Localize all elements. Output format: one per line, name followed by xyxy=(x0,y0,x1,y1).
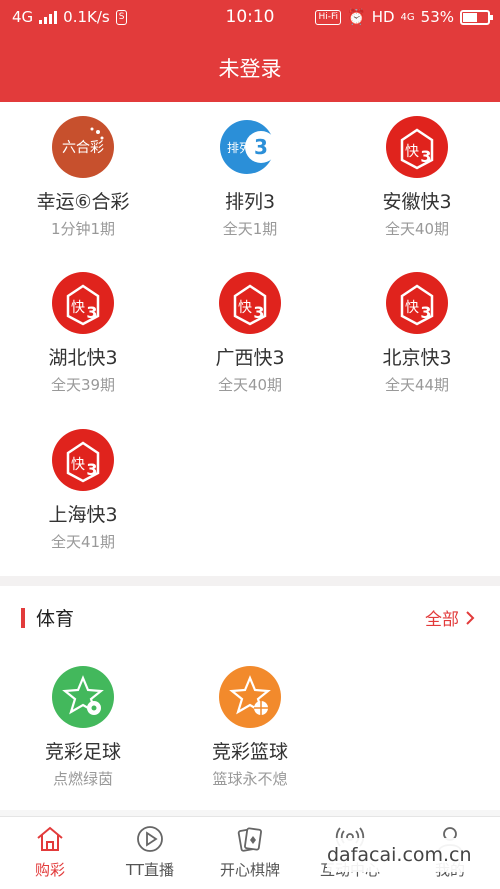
lottery-schedule: 全天1期 xyxy=(222,220,278,238)
lottery-name: 湖北快3 xyxy=(48,347,118,369)
lottery-name: 排列3 xyxy=(224,191,276,213)
page-title[interactable]: 未登录 xyxy=(219,57,282,81)
pailie3-icon: 3 排列 xyxy=(219,116,281,178)
lottery-name: 安徽快3 xyxy=(382,191,452,213)
battery-icon xyxy=(460,9,493,25)
lottery-item-pailie3[interactable]: 3 排列 排列3 全天1期 xyxy=(167,116,333,239)
hd-label: HD xyxy=(371,8,395,26)
status-right: Hi-Fi ⏰ HD 4G 53% xyxy=(315,8,493,26)
svg-text:3: 3 xyxy=(86,303,97,322)
lottery-item-beijing-k3[interactable]: 快3 北京快3 全天44期 xyxy=(334,272,500,395)
status-bar: 4G 0.1K/s S 10:10 Hi-Fi ⏰ HD 4G 53% xyxy=(0,0,500,36)
tab-card-games[interactable]: 开心棋牌 xyxy=(200,823,300,880)
lottery-item-guangxi-k3[interactable]: 快3 广西快3 全天40期 xyxy=(167,272,333,395)
lottery-name: 北京快3 xyxy=(382,347,452,369)
sport-tagline: 篮球永不熄 xyxy=(212,770,288,788)
sport-item-basketball[interactable]: 竞彩篮球 篮球永不熄 xyxy=(167,666,333,789)
lottery-item-hubei-k3[interactable]: 快3 湖北快3 全天39期 xyxy=(0,272,166,395)
lottery-schedule: 全天41期 xyxy=(50,533,116,551)
tab-label: TT直播 xyxy=(125,861,175,879)
sports-section-header: 体育 全部 xyxy=(0,586,500,646)
section-accent-bar xyxy=(21,608,25,628)
watermark-text: dafacai.com.cn xyxy=(327,838,472,872)
football-icon xyxy=(52,666,114,728)
kuai3-icon: 快3 xyxy=(52,429,114,491)
lottery-name: 上海快3 xyxy=(48,504,118,526)
svg-text:快: 快 xyxy=(71,457,85,473)
svg-text:3: 3 xyxy=(86,460,97,479)
sport-item-football[interactable]: 竞彩足球 点燃绿茵 xyxy=(0,666,166,789)
lottery-schedule: 1分钟1期 xyxy=(50,220,116,238)
kuai3-icon: 快3 xyxy=(52,272,114,334)
kuai3-icon: 快3 xyxy=(219,272,281,334)
lottery-schedule: 全天40期 xyxy=(217,376,283,394)
basketball-icon xyxy=(219,666,281,728)
hifi-icon: Hi-Fi xyxy=(315,9,341,25)
svg-text:快: 快 xyxy=(405,144,419,160)
tab-tt-live[interactable]: TT直播 xyxy=(100,823,200,880)
tab-buy-lottery[interactable]: 购彩 xyxy=(0,823,100,880)
lottery-name: 广西快3 xyxy=(215,347,285,369)
lottery-item-anhui-k3[interactable]: 快3 安徽快3 全天40期 xyxy=(334,116,500,239)
battery-level xyxy=(463,12,477,22)
liuhecai-logo-text: 六合彩 xyxy=(62,140,104,156)
cards-icon xyxy=(237,827,262,852)
svg-text:3: 3 xyxy=(253,303,264,322)
lottery-schedule: 全天44期 xyxy=(384,376,450,394)
network2-label: 4G xyxy=(400,11,415,23)
svg-text:3: 3 xyxy=(254,135,268,159)
lottery-name: 幸运⑥合彩 xyxy=(36,191,130,213)
show-all-label: 全部 xyxy=(425,610,459,630)
show-all-link[interactable]: 全部 xyxy=(425,605,475,630)
header-bar: 未登录 xyxy=(0,36,500,102)
section-title: 体育 xyxy=(36,608,75,630)
tab-label: 开心棋牌 xyxy=(219,861,280,879)
sport-tagline: 点燃绿茵 xyxy=(52,770,113,788)
svg-text:3: 3 xyxy=(420,147,431,166)
home-icon xyxy=(37,826,63,851)
lottery-schedule: 全天40期 xyxy=(384,220,450,238)
kuai3-icon: 快3 xyxy=(386,272,448,334)
chevron-right-icon xyxy=(466,610,475,625)
lottery-schedule: 全天39期 xyxy=(50,376,116,394)
lottery-item-lucky6[interactable]: 六合彩 幸运⑥合彩 1分钟1期 xyxy=(0,116,166,239)
battery-text: 53% xyxy=(420,8,454,26)
svg-text:快: 快 xyxy=(71,300,85,316)
svg-text:快: 快 xyxy=(238,300,252,316)
sport-name: 竞彩足球 xyxy=(44,741,121,763)
svg-text:3: 3 xyxy=(420,303,431,322)
svg-text:快: 快 xyxy=(405,300,419,316)
kuai3-icon: 快3 xyxy=(386,116,448,178)
liuhecai-icon: 六合彩 xyxy=(52,116,114,178)
sport-name: 竞彩篮球 xyxy=(211,741,288,763)
lottery-item-shanghai-k3[interactable]: 快3 上海快3 全天41期 xyxy=(0,429,166,552)
tab-label: 购彩 xyxy=(34,861,65,879)
section-divider xyxy=(0,576,500,586)
alarm-icon: ⏰ xyxy=(347,8,366,26)
pailie3-logo-text: 排列 xyxy=(227,141,251,155)
play-icon xyxy=(137,826,163,852)
